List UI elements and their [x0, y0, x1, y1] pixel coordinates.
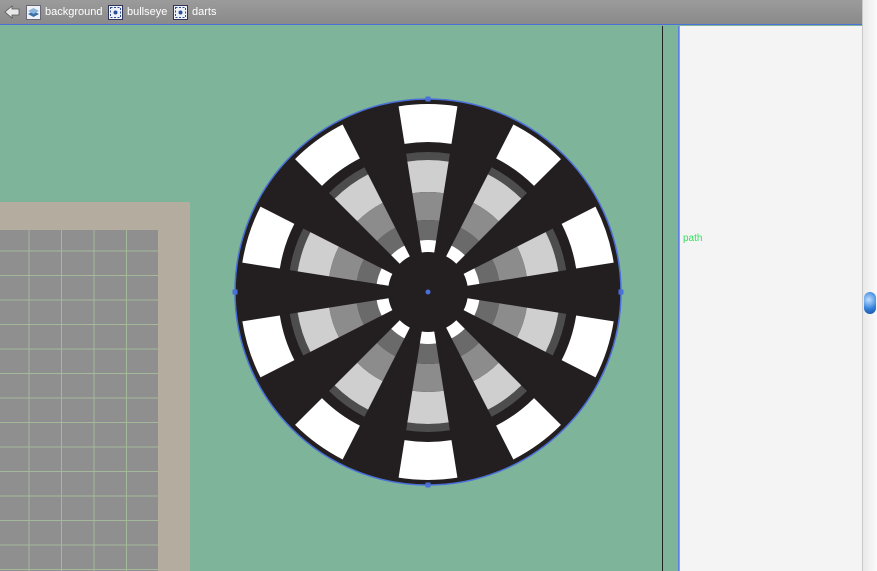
pasteboard-panel [680, 26, 862, 571]
symbol-icon [108, 4, 123, 20]
breadcrumb-bar: background bullseye darts [0, 0, 877, 25]
board-segment [407, 160, 449, 194]
breadcrumb-label: darts [192, 6, 217, 18]
scrollbar-thumb[interactable] [864, 292, 876, 314]
board-segment [419, 240, 437, 253]
center-anchor [425, 289, 431, 295]
breadcrumb-background[interactable]: background [26, 3, 103, 21]
anchor-point [425, 96, 431, 102]
anchor-point [232, 289, 238, 295]
dartboard[interactable] [0, 26, 662, 571]
vertical-scrollbar[interactable] [862, 0, 877, 571]
breadcrumb-darts[interactable]: darts [173, 3, 216, 21]
layer-stack-icon [26, 4, 41, 20]
back-arrow-icon[interactable] [4, 5, 20, 19]
board-segment [412, 363, 444, 393]
artboard-margin [663, 26, 679, 571]
breadcrumb-label: bullseye [127, 6, 168, 18]
board-segment [398, 440, 458, 480]
breadcrumb-bullseye[interactable]: bullseye [108, 3, 167, 21]
selection-path-label: path [683, 233, 703, 244]
symbol-icon [173, 4, 188, 20]
board-segment [419, 331, 437, 344]
board-segment [416, 220, 440, 241]
board-segment [398, 104, 458, 144]
board-segment [412, 192, 444, 221]
anchor-point [618, 289, 624, 295]
board-segment [407, 390, 449, 424]
breadcrumb-label: background [45, 6, 103, 18]
anchor-point [425, 482, 431, 488]
artboard-canvas[interactable] [0, 26, 662, 571]
board-segment [416, 343, 440, 364]
